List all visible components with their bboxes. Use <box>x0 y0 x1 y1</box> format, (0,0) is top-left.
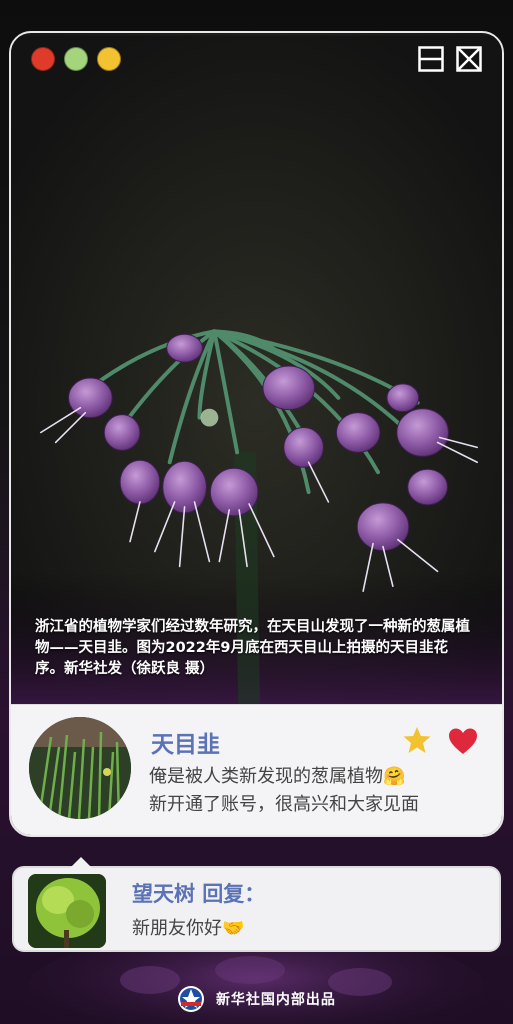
profile-message-line-2: 新开通了账号，很高兴和大家见面 <box>149 794 419 815</box>
minimize-light-button[interactable] <box>97 47 121 71</box>
profile-message: 俺是被人类新发现的葱属植物🤗 新开通了账号，很高兴和大家见面 <box>149 763 489 819</box>
footer-text: 新华社国内部出品 <box>215 992 336 1008</box>
zoom-light-button[interactable] <box>64 47 88 71</box>
footer: 新华社国内部出品 <box>0 985 513 1013</box>
window-controls <box>418 46 482 72</box>
reply-card: 望天树 回复： 新朋友你好🤝 <box>12 857 501 952</box>
profile-message-line-1: 俺是被人类新发现的葱属植物🤗 <box>149 766 406 787</box>
app-window: 浙江省的植物学家们经过数年研究，在天目山发现了一种新的葱属植物——天目韭。图为2… <box>9 31 504 837</box>
profile-name: 天目韭 <box>151 732 220 758</box>
close-box-icon[interactable] <box>456 46 482 72</box>
photo-caption: 浙江省的植物学家们经过数年研究，在天目山发现了一种新的葱属植物——天目韭。图为2… <box>35 619 470 677</box>
profile-card: 天目韭 俺是被人类新发现的葱属植物🤗 新开通了账号，很高兴和大家见面 <box>11 704 502 835</box>
reply-pointer <box>70 857 92 868</box>
heart-icon[interactable] <box>448 727 478 755</box>
xinhua-logo-icon <box>178 986 205 1012</box>
traffic-lights <box>31 47 121 71</box>
chive-avatar-image <box>29 717 131 819</box>
minimize-box-icon[interactable] <box>418 46 444 72</box>
close-light-button[interactable] <box>31 47 55 71</box>
flower-photo <box>11 35 502 707</box>
reply-avatar[interactable] <box>28 874 106 948</box>
reply-name: 望天树 回复： <box>132 882 266 906</box>
star-icon[interactable] <box>402 725 432 755</box>
avatar[interactable] <box>29 717 131 819</box>
tree-avatar-image <box>28 874 106 948</box>
reply-message: 新朋友你好🤝 <box>132 918 245 939</box>
